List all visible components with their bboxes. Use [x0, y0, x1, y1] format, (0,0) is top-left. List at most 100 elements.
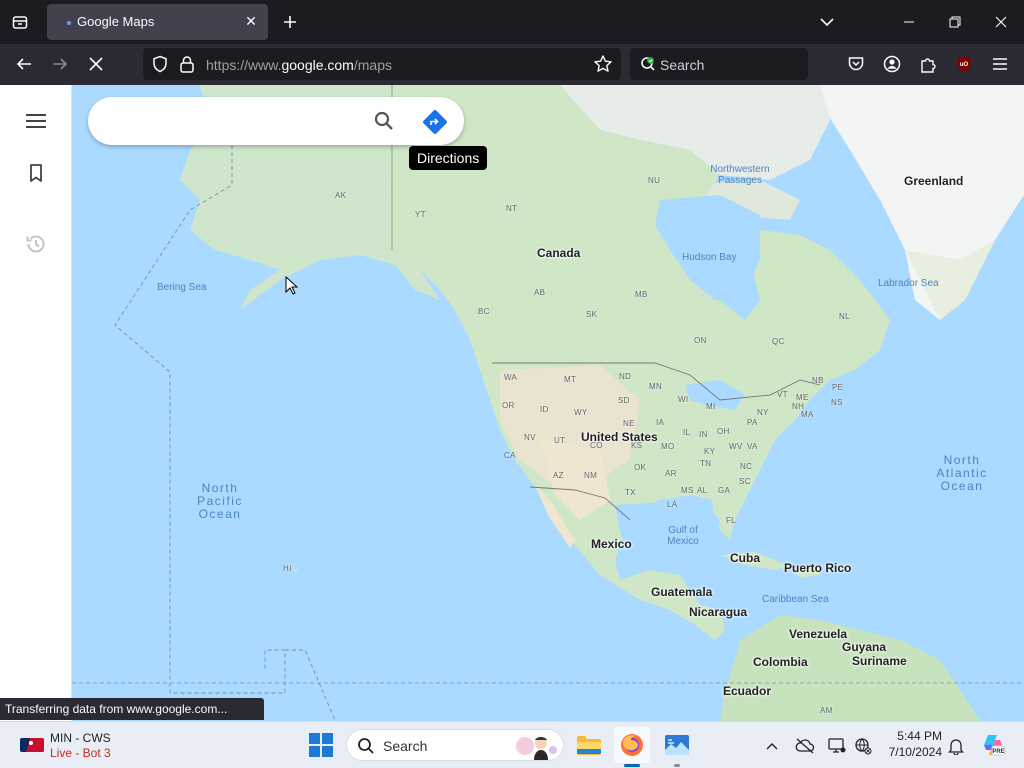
map-label-region-or[interactable]: OR	[502, 401, 515, 410]
map-label-region-ga[interactable]: GA	[718, 486, 730, 495]
map-label-region-ok[interactable]: OK	[634, 463, 646, 472]
bookmark-star-icon[interactable]	[593, 54, 613, 74]
map-label-guatemala[interactable]: Guatemala	[651, 585, 712, 599]
show-hidden-icons-button[interactable]	[761, 735, 783, 757]
map-label-region-tn[interactable]: TN	[700, 459, 711, 468]
network-tray-button[interactable]	[852, 735, 874, 757]
map-label-nicaragua[interactable]: Nicaragua	[689, 605, 747, 619]
map-label-region-bc[interactable]: BC	[478, 307, 490, 316]
map-label-region-il[interactable]: IL	[683, 428, 690, 437]
restore-button[interactable]	[940, 8, 970, 36]
new-tab-button[interactable]	[277, 8, 303, 36]
taskbar-search[interactable]: Search	[346, 729, 564, 761]
browser-search-bar[interactable]: Search	[630, 48, 808, 80]
map-label-region-nt[interactable]: NT	[506, 204, 517, 213]
map-label-region-co[interactable]: CO	[590, 441, 603, 450]
maps-search-input[interactable]	[106, 109, 366, 133]
map-label-colombia[interactable]: Colombia	[753, 655, 808, 669]
map-label-region-mt[interactable]: MT	[564, 375, 576, 384]
browser-tab[interactable]: Google Maps ✕	[47, 4, 268, 40]
directions-button[interactable]	[422, 109, 448, 135]
file-explorer-button[interactable]	[571, 727, 607, 763]
back-button[interactable]	[10, 50, 38, 78]
map-label-venezuela[interactable]: Venezuela	[789, 627, 847, 641]
map-label-region-wa[interactable]: WA	[504, 373, 517, 382]
map-label-region-ar[interactable]: AR	[665, 469, 677, 478]
map-label-region-la[interactable]: LA	[667, 500, 677, 509]
saved-button[interactable]	[24, 161, 48, 185]
map-label-region-wi[interactable]: WI	[678, 395, 688, 404]
map-label-region-mi[interactable]: MI	[706, 402, 716, 411]
map-label-cuba[interactable]: Cuba	[730, 551, 760, 565]
map-label-region-qc[interactable]: QC	[772, 337, 785, 346]
map-label-region-mb[interactable]: MB	[635, 290, 648, 299]
close-window-button[interactable]	[986, 8, 1016, 36]
map-label-region-me[interactable]: ME	[796, 393, 809, 402]
map-label-region-nd[interactable]: ND	[619, 372, 631, 381]
extensions-button[interactable]	[914, 50, 942, 78]
map-label-region-az[interactable]: AZ	[553, 471, 564, 480]
onedrive-tray-button[interactable]	[794, 735, 816, 757]
map-label-region-nv[interactable]: NV	[524, 433, 536, 442]
map-label-region-ks[interactable]: KS	[631, 441, 642, 450]
map-label-region-mn[interactable]: MN	[649, 382, 662, 391]
map-label-ecuador[interactable]: Ecuador	[723, 684, 771, 698]
map-label-greenland[interactable]: Greenland	[904, 174, 963, 188]
map-label-region-nl[interactable]: NL	[839, 312, 850, 321]
app-menu-button[interactable]	[986, 50, 1014, 78]
map-label-region-ne[interactable]: NE	[623, 419, 635, 428]
firefox-taskbar-button[interactable]	[614, 727, 650, 763]
map-label-region-sk[interactable]: SK	[586, 310, 597, 319]
map-label-region-id[interactable]: ID	[540, 405, 549, 414]
map-label-region-va[interactable]: VA	[747, 442, 758, 451]
map-label-region-nc[interactable]: NC	[740, 462, 752, 471]
maps-search-button[interactable]	[372, 109, 396, 133]
map-label-region-ca[interactable]: CA	[504, 451, 516, 460]
firefox-view-button[interactable]	[6, 8, 34, 36]
maps-app-taskbar-button[interactable]	[659, 727, 695, 763]
notifications-button[interactable]	[945, 735, 967, 757]
map-label-region-ky[interactable]: KY	[704, 447, 715, 456]
map-label-region-pe[interactable]: PE	[832, 383, 843, 392]
map-label-region-in[interactable]: IN	[699, 430, 708, 439]
account-button[interactable]	[878, 50, 906, 78]
start-button[interactable]	[306, 730, 336, 760]
map-label-region-on[interactable]: ON	[694, 336, 707, 345]
map-label-region-fl[interactable]: FL	[726, 516, 736, 525]
map-label-mexico[interactable]: Mexico	[591, 537, 632, 551]
map-label-region-oh[interactable]: OH	[717, 427, 730, 436]
minimize-button[interactable]	[894, 8, 924, 36]
map-label-guyana[interactable]: Guyana	[842, 640, 886, 654]
map-label-puerto-rico[interactable]: Puerto Rico	[784, 561, 851, 575]
map-label-region-ms[interactable]: MS	[681, 486, 694, 495]
map-canvas[interactable]: Canada United States Mexico Greenland Cu…	[72, 85, 1024, 721]
map-label-region-ma[interactable]: MA	[801, 410, 814, 419]
copilot-button[interactable]: PRE	[980, 732, 1006, 758]
map-label-suriname[interactable]: Suriname	[852, 654, 907, 668]
map-label-region-am[interactable]: AM	[820, 706, 833, 715]
map-label-region-ia[interactable]: IA	[656, 418, 664, 427]
map-label-region-nb[interactable]: NB	[812, 376, 824, 385]
map-label-region-wy[interactable]: WY	[574, 408, 588, 417]
ublock-origin-button[interactable]: uO	[950, 50, 978, 78]
forward-button[interactable]	[46, 50, 74, 78]
address-bar[interactable]: https://www.google.com/maps	[143, 48, 621, 80]
map-label-region-sd[interactable]: SD	[618, 396, 630, 405]
map-label-region-ny[interactable]: NY	[757, 408, 769, 417]
sports-widget[interactable]: MIN - CWS Live - Bot 3	[18, 729, 148, 763]
map-label-region-yt[interactable]: YT	[415, 210, 426, 219]
maps-menu-button[interactable]	[22, 109, 50, 133]
map-label-canada[interactable]: Canada	[537, 246, 580, 260]
recents-button[interactable]	[24, 232, 48, 256]
map-label-region-mo[interactable]: MO	[661, 442, 675, 451]
list-all-tabs-button[interactable]	[814, 8, 840, 36]
display-tray-button[interactable]	[826, 735, 848, 757]
stop-loading-button[interactable]	[82, 50, 110, 78]
clock[interactable]: 5:44 PM 7/10/2024	[878, 728, 942, 760]
pocket-button[interactable]	[842, 50, 870, 78]
map-label-region-hi[interactable]: HI	[283, 564, 292, 573]
map-label-region-ut[interactable]: UT	[554, 436, 565, 445]
shield-icon[interactable]	[151, 55, 169, 73]
map-label-region-tx[interactable]: TX	[625, 488, 636, 497]
map-label-region-vt[interactable]: VT	[777, 390, 788, 399]
